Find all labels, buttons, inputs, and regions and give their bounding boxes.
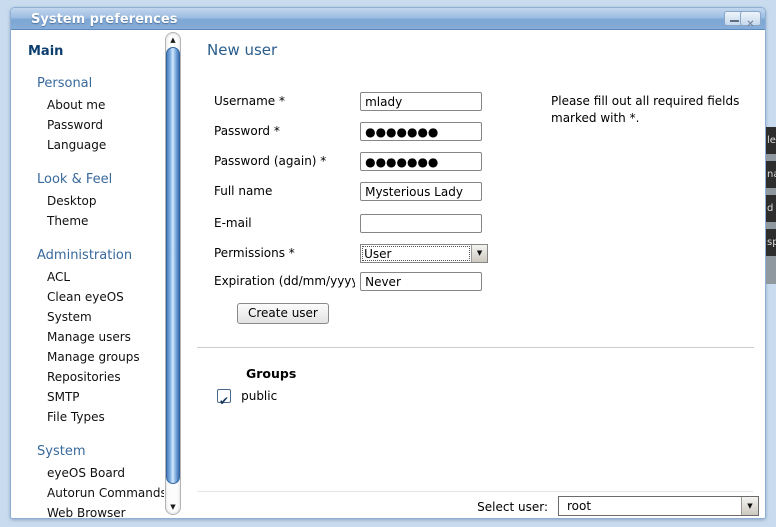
expiration-label: Expiration (dd/mm/yyyy [214,272,355,291]
close-button[interactable]: ✕ [740,11,761,26]
sidebar-section-administration[interactable]: Administration [37,248,164,263]
password-input[interactable] [360,122,482,141]
sidebar-item-autorun-commands[interactable]: Autorun Commands [47,483,164,503]
sidebar: Main Personal About me Password Language… [11,30,164,518]
username-input[interactable] [360,92,482,111]
password-again-label: Password (again) * [214,152,355,171]
sidebar-item-password[interactable]: Password [47,115,164,135]
page-title: New user [207,41,277,59]
public-checkbox-label: public [241,389,277,403]
full-name-input[interactable] [360,182,482,201]
background-window-sliver[interactable]: le na d sp [766,127,776,284]
sidebar-item-about-me[interactable]: About me [47,95,164,115]
public-checkbox[interactable]: ✔ [217,389,231,403]
email-input[interactable] [360,214,482,233]
note-line-1: Please fill out all required fields [551,93,766,110]
checkbox-check-icon: ✔ [219,394,229,408]
background-row-fragment: na [766,161,776,188]
form-row-password: Password * [214,122,482,141]
sidebar-item-repositories[interactable]: Repositories [47,367,164,387]
close-icon: ✕ [746,19,754,30]
sidebar-item-main[interactable]: Main [28,44,164,59]
permissions-select[interactable]: User ▼ [360,244,488,263]
sidebar-section-personal[interactable]: Personal [37,76,164,91]
background-row-separator [766,188,776,195]
username-label: Username * [214,92,355,111]
section-divider [197,347,754,348]
dropdown-arrow-icon[interactable]: ▼ [741,497,758,515]
sidebar-item-manage-groups[interactable]: Manage groups [47,347,164,367]
system-preferences-window: System preferences ✕ Main Personal About… [10,7,766,519]
sidebar-item-smtp[interactable]: SMTP [47,387,164,407]
select-user-label: Select user: [452,498,548,517]
background-row-fragment: le [766,127,776,154]
background-row-footer [766,256,776,284]
background-row-separator [766,154,776,161]
sidebar-item-manage-users[interactable]: Manage users [47,327,164,347]
background-row-fragment: sp [766,229,776,256]
groups-heading: Groups [246,366,296,381]
sidebar-item-file-types[interactable]: File Types [47,407,164,427]
sidebar-item-clean-eyeos[interactable]: Clean eyeOS [47,287,164,307]
scroll-down-icon[interactable]: ▼ [164,503,182,511]
select-user-dropdown[interactable]: root ▼ [558,496,759,516]
form-row-email: E-mail [214,214,482,233]
password-again-input[interactable] [360,152,482,171]
window-titlebar[interactable]: System preferences ✕ [11,8,765,30]
required-fields-note: Please fill out all required fields mark… [551,93,766,127]
expiration-input[interactable] [360,272,482,291]
select-user-value: root [559,497,741,515]
sidebar-item-system[interactable]: System [47,307,164,327]
group-row-public: ✔ public [217,385,277,401]
create-user-button[interactable]: Create user [237,303,329,324]
dropdown-arrow-icon[interactable]: ▼ [471,245,487,262]
sidebar-section-system[interactable]: System [37,444,164,459]
form-row-password-again: Password (again) * [214,152,482,171]
sidebar-item-language[interactable]: Language [47,135,164,155]
full-name-label: Full name [214,182,355,201]
sidebar-item-web-browser[interactable]: Web Browser [47,503,164,518]
note-line-2: marked with *. [551,110,766,127]
scrollbar-thumb[interactable] [166,47,180,484]
password-label: Password * [214,122,355,141]
minimize-icon [730,20,739,22]
sidebar-item-eyeos-board[interactable]: eyeOS Board [47,463,164,483]
window-title: System preferences [11,9,177,30]
form-row-expiration: Expiration (dd/mm/yyyy [214,272,482,291]
sidebar-item-theme[interactable]: Theme [47,211,164,231]
sidebar-item-acl[interactable]: ACL [47,267,164,287]
form-row-full-name: Full name [214,182,482,201]
sidebar-section-look-and-feel[interactable]: Look & Feel [37,172,164,187]
permissions-label: Permissions * [214,244,355,263]
scroll-up-icon[interactable]: ▲ [164,36,182,44]
sidebar-scrollbar[interactable]: ▲ ▼ [164,30,182,517]
background-row-fragment: d [766,195,776,222]
window-body: Main Personal About me Password Language… [11,30,765,518]
email-label: E-mail [214,214,355,233]
permissions-selected-value: User [362,246,470,261]
background-row-separator [766,222,776,229]
footer-divider [197,491,753,492]
form-row-permissions: Permissions * User ▼ [214,244,488,263]
form-row-username: Username * [214,92,482,111]
content-panel: New user Username * Password * Password … [182,30,765,518]
sidebar-item-desktop[interactable]: Desktop [47,191,164,211]
